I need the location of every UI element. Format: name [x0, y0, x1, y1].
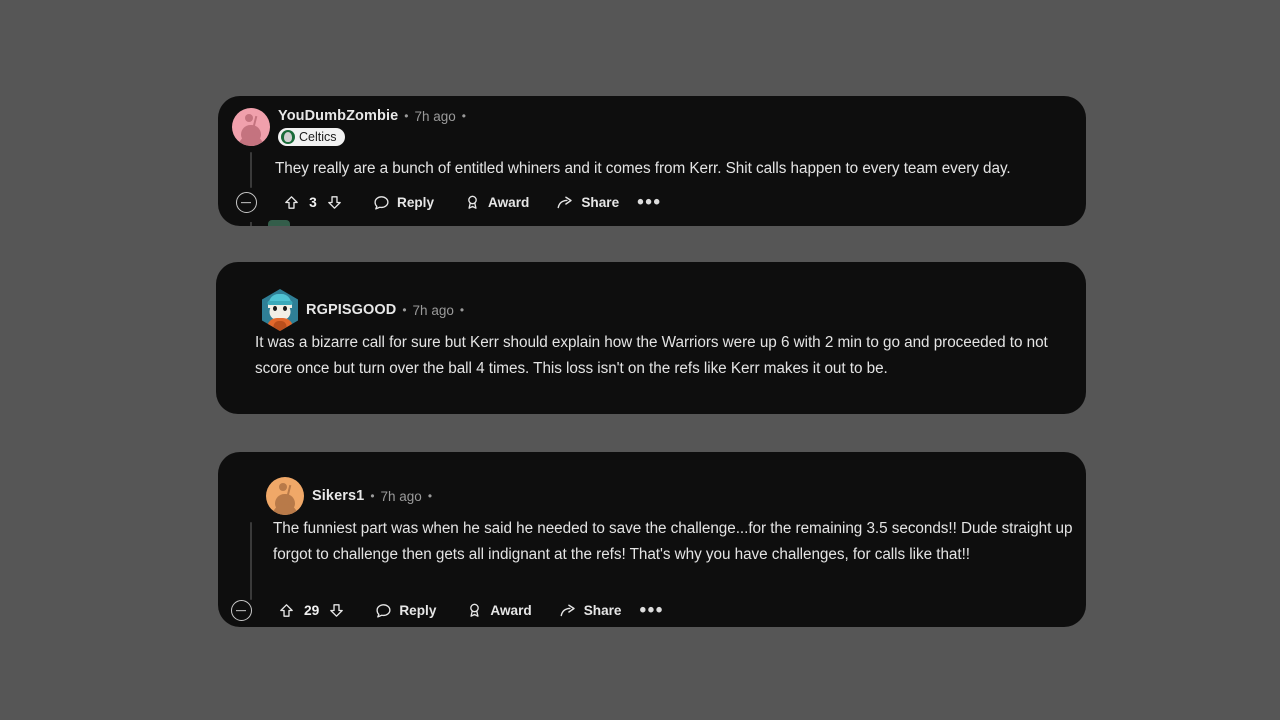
downvote-button[interactable] [328, 602, 345, 619]
comment-header: Sikers1 • 7h ago • [266, 477, 432, 515]
thread-continuation-line [250, 222, 252, 226]
comment-thread-page: YouDumbZombie • 7h ago • Celtics They re… [0, 0, 1280, 720]
reply-button[interactable]: Reply [373, 194, 434, 211]
comment-author[interactable]: RGPISGOOD [306, 302, 396, 318]
share-label: Share [581, 194, 620, 210]
share-arrow-icon [557, 196, 573, 208]
collapse-comment-button[interactable] [236, 192, 257, 213]
meta-separator: • [370, 489, 375, 503]
award-label: Award [488, 194, 530, 210]
share-label: Share [583, 602, 622, 618]
meta-separator: • [402, 303, 407, 317]
next-comment-avatar-peek [268, 220, 290, 226]
comment-header: YouDumbZombie • 7h ago • Celtics [232, 108, 466, 146]
reddit-snoo-icon [232, 108, 270, 146]
collapse-comment-button[interactable] [231, 600, 252, 621]
award-label: Award [490, 602, 532, 618]
thread-collapse-line[interactable] [250, 152, 252, 188]
reply-label: Reply [399, 602, 437, 618]
speech-bubble-icon [376, 604, 391, 618]
avatar[interactable] [262, 289, 298, 331]
comment-action-bar: 3 Reply Award Share ••• [236, 192, 662, 213]
custom-avatar-icon [262, 289, 298, 331]
meta-separator-trailing: • [427, 489, 433, 503]
award-medal-icon [470, 603, 480, 617]
speech-bubble-icon [374, 196, 389, 210]
comment-author[interactable]: Sikers1 [312, 488, 364, 504]
share-arrow-icon [560, 604, 575, 616]
reply-label: Reply [397, 194, 435, 210]
vote-score: 3 [309, 195, 317, 210]
share-button[interactable]: Share [559, 602, 622, 620]
avatar[interactable] [232, 108, 270, 146]
avatar[interactable] [266, 477, 304, 515]
vote-group: 3 [283, 194, 343, 211]
comment-body: It was a bizarre call for sure but Kerr … [255, 334, 1048, 377]
vote-score: 29 [304, 603, 320, 618]
share-button[interactable]: Share [556, 194, 619, 212]
comment-author[interactable]: YouDumbZombie [278, 108, 398, 124]
vote-group: 29 [278, 602, 345, 619]
user-flair-badge[interactable]: Celtics [278, 128, 345, 146]
comment-timestamp: 7h ago [412, 302, 454, 318]
reddit-snoo-icon [266, 477, 304, 515]
award-medal-icon [468, 195, 477, 209]
meta-separator: • [404, 109, 409, 123]
meta-separator-trailing: • [459, 303, 465, 317]
reply-button[interactable]: Reply [375, 602, 436, 619]
comment-action-bar: 29 Reply Award Share ••• [231, 600, 664, 621]
comment-card: RGPISGOOD • 7h ago • It was a bizarre ca… [216, 262, 1086, 414]
award-button[interactable]: Award [464, 194, 529, 211]
thread-collapse-line[interactable] [250, 522, 252, 600]
minus-circle-icon [236, 192, 257, 213]
more-options-button[interactable]: ••• [639, 600, 663, 620]
upvote-button[interactable] [283, 194, 300, 211]
meta-separator-trailing: • [461, 109, 466, 123]
more-options-button[interactable]: ••• [637, 192, 661, 212]
user-flair-label: Celtics [299, 129, 337, 144]
award-button[interactable]: Award [466, 602, 532, 619]
comment-timestamp: 7h ago [380, 488, 422, 504]
upvote-button[interactable] [278, 602, 295, 619]
comment-timestamp: 7h ago [414, 108, 456, 124]
downvote-button[interactable] [326, 194, 343, 211]
comment-header: RGPISGOOD • 7h ago • [262, 289, 464, 331]
celtics-logo-icon [281, 130, 295, 144]
minus-circle-icon [231, 600, 252, 621]
comment-body: They really are a bunch of entitled whin… [275, 160, 1011, 177]
comment-body: The funniest part was when he said he ne… [273, 520, 1073, 563]
